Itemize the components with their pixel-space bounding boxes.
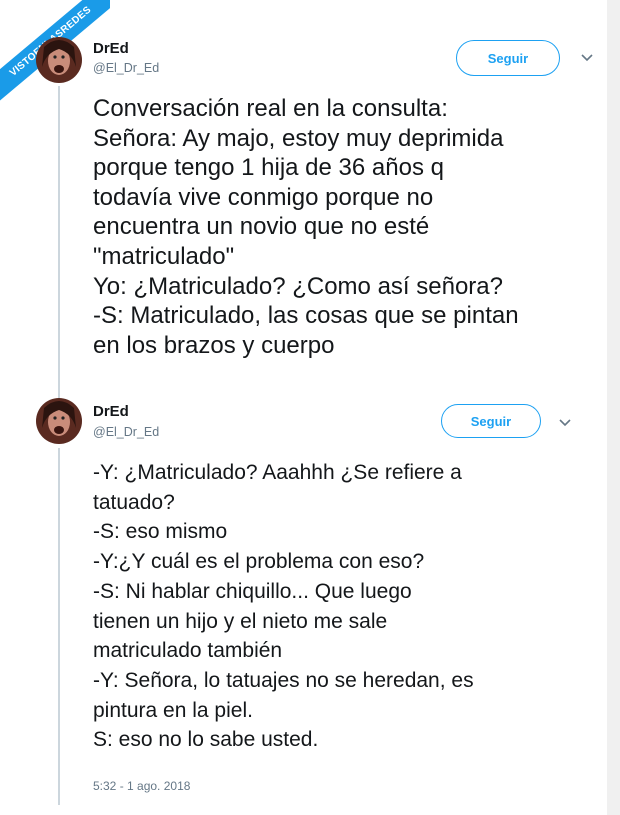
avatar-image-icon <box>36 37 82 83</box>
author-handle[interactable]: @El_Dr_Ed <box>93 61 159 75</box>
follow-button[interactable]: Seguir <box>441 404 541 438</box>
author-name[interactable]: DrEd <box>93 40 129 57</box>
avatar[interactable] <box>36 37 82 83</box>
right-margin <box>607 0 620 815</box>
author-handle[interactable]: @El_Dr_Ed <box>93 425 159 439</box>
chevron-down-icon[interactable] <box>558 418 572 428</box>
follow-button[interactable]: Seguir <box>456 40 560 76</box>
author-name[interactable]: DrEd <box>93 403 129 420</box>
avatar-image-icon <box>36 398 82 444</box>
tweet-body: -Y: ¿Matriculado? Aaahhh ¿Se refiere a t… <box>93 461 474 752</box>
tweet-thread-screenshot: VISTOENLASREDES DrEd @El_Dr_Ed Seguir Co… <box>0 0 620 815</box>
thread-connector-line <box>58 86 60 402</box>
avatar[interactable] <box>36 398 82 444</box>
chevron-down-icon[interactable] <box>580 53 594 63</box>
tweet-timestamp[interactable]: 5:32 - 1 ago. 2018 <box>93 779 190 793</box>
tweet-body: Conversación real en la consulta: Señora… <box>93 95 519 359</box>
thread-connector-line <box>58 448 60 805</box>
